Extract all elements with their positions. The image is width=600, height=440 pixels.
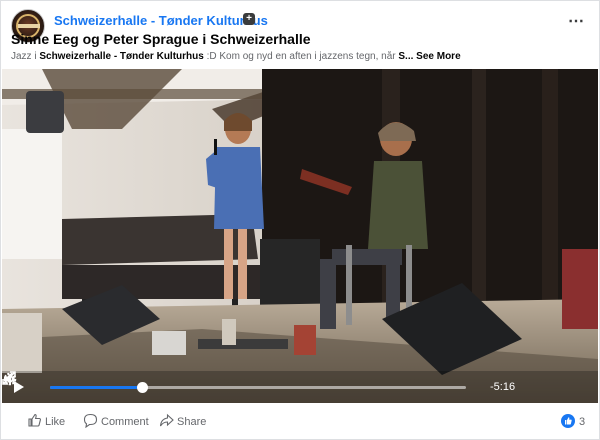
progress-handle[interactable]	[136, 382, 148, 393]
comment-button[interactable]: Comment	[83, 413, 149, 431]
volume-icon[interactable]	[2, 371, 18, 387]
post-text-truncated: S...	[398, 51, 414, 62]
share-label: Share	[177, 416, 207, 428]
reaction-summary[interactable]: 3	[561, 413, 591, 431]
time-remaining: -5:16	[490, 381, 516, 393]
like-button[interactable]: Like	[27, 413, 67, 431]
post-text-body: :D Kom og nyd en aften i jazzens tegn, n…	[203, 51, 399, 62]
post-text-prefix: Jazz i	[11, 51, 40, 62]
avatar-logo-bar	[18, 24, 40, 28]
progress-bar[interactable]	[50, 382, 466, 393]
share-icon	[159, 413, 174, 427]
video-player[interactable]: -5:16	[2, 69, 598, 403]
video-controls: -5:16	[2, 371, 598, 403]
follow-icon[interactable]: +	[243, 13, 255, 25]
post-actions-bar: Like Comment Share 3	[1, 405, 600, 439]
post-text: Jazz i Schweizerhalle - Tønder Kulturhus…	[11, 51, 591, 62]
share-button[interactable]: Share	[159, 413, 209, 431]
like-label: Like	[45, 416, 66, 428]
comment-icon	[83, 413, 98, 428]
see-more-link[interactable]: See More	[416, 51, 460, 62]
more-options-icon[interactable]: ⋯	[568, 11, 585, 31]
like-reaction-icon	[561, 414, 575, 428]
post-card: Schweizerhalle - Tønder Kulturhus + ⋯ Si…	[0, 0, 600, 440]
page-name-link[interactable]: Schweizerhalle - Tønder Kulturhus	[54, 13, 268, 28]
thumbs-up-icon	[28, 413, 41, 427]
video-frame	[2, 69, 598, 403]
reaction-count: 3	[579, 416, 586, 428]
post-title: Sinne Eeg og Peter Sprague i Schweizerha…	[11, 31, 311, 47]
progress-fill	[50, 386, 142, 389]
post-text-page-mention[interactable]: Schweizerhalle - Tønder Kulturhus	[39, 51, 203, 62]
comment-label: Comment	[101, 416, 149, 428]
